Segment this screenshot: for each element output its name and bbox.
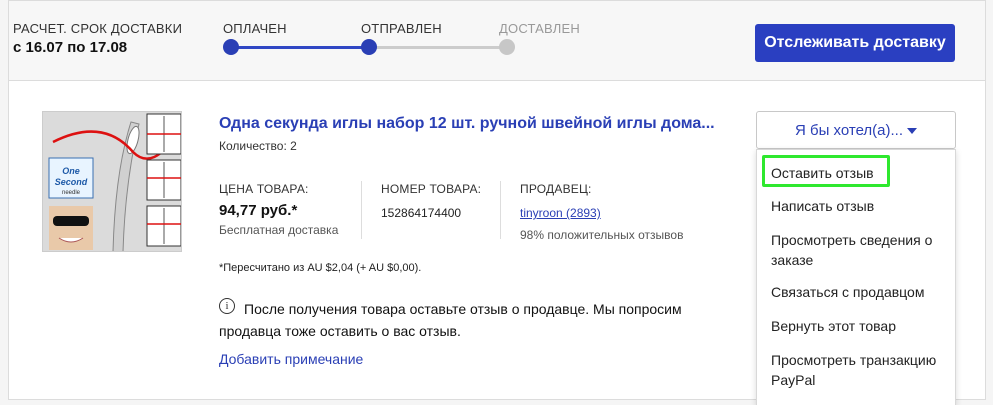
step-dot-shipped [361,39,377,55]
item-image[interactable]: One Second needle [42,111,182,252]
step-dot-delivered [499,39,515,55]
menu-item-return-item[interactable]: Вернуть этот товар [771,316,951,336]
step-label-paid: ОПЛАЧЕН [223,21,287,36]
eta-label: РАСЧЕТ. СРОК ДОСТАВКИ [13,21,183,36]
price-label: ЦЕНА ТОВАРА: [219,182,309,196]
eta-value: с 16.07 по 17.08 [13,39,128,56]
svg-text:Second: Second [55,177,88,187]
seller-link[interactable]: tinyroon (2893) [520,206,601,220]
progress-line-completed [231,46,369,49]
item-price: 94,77 руб.* [219,202,298,219]
add-note-link[interactable]: Добавить примечание [219,351,363,367]
info-icon: i [219,298,235,314]
item-quantity: Количество: 2 [219,139,297,153]
needles-product-photo: One Second needle [43,112,181,251]
delivery-status-bar: РАСЧЕТ. СРОК ДОСТАВКИ с 16.07 по 17.08 О… [9,1,985,81]
menu-item-view-order-details[interactable]: Просмотреть сведения о заказе [771,230,951,270]
item-number: 152864174400 [381,206,462,220]
actions-dropdown-label: Я бы хотел(а)... [794,121,904,139]
column-divider [500,181,501,239]
step-dot-paid [223,39,239,55]
feedback-notice: После получения товара оставьте отзыв о … [219,298,734,342]
svg-text:One: One [62,166,80,176]
column-divider [361,181,362,239]
menu-item-write-review[interactable]: Написать отзыв [771,196,951,216]
seller-label: ПРОДАВЕЦ: [520,182,592,196]
actions-dropdown-menu: Оставить отзыв Написать отзыв Просмотрет… [756,149,956,405]
seller-rating: 98% положительных отзывов [520,228,684,242]
step-label-shipped: ОТПРАВЛЕН [361,21,442,36]
menu-item-leave-feedback[interactable]: Оставить отзыв [771,163,951,183]
order-card: РАСЧЕТ. СРОК ДОСТАВКИ с 16.07 по 17.08 О… [8,0,986,405]
menu-item-view-paypal-transaction[interactable]: Просмотреть транзакцию PayPal [771,350,951,390]
actions-dropdown-button[interactable]: Я бы хотел(а)... [756,111,956,149]
track-delivery-button[interactable]: Отслеживать доставку [755,24,955,62]
menu-item-contact-seller[interactable]: Связаться с продавцом [771,282,951,302]
svg-text:needle: needle [62,190,81,196]
step-label-delivered: ДОСТАВЛЕН [499,21,580,36]
progress-line-pending [369,46,507,49]
currency-conversion-note: *Пересчитано из AU $2,04 (+ AU $0,00). [219,262,422,274]
item-number-label: НОМЕР ТОВАРА: [381,182,482,196]
item-title-link[interactable]: Одна секунда иглы набор 12 шт. ручной шв… [219,115,729,133]
shipping-info: Бесплатная доставка [219,223,339,237]
feedback-notice-line2: продавца тоже оставить о вас отзыв. [219,323,461,339]
caret-down-icon [907,127,918,134]
feedback-notice-line1: После получения товара оставьте отзыв о … [244,301,682,317]
